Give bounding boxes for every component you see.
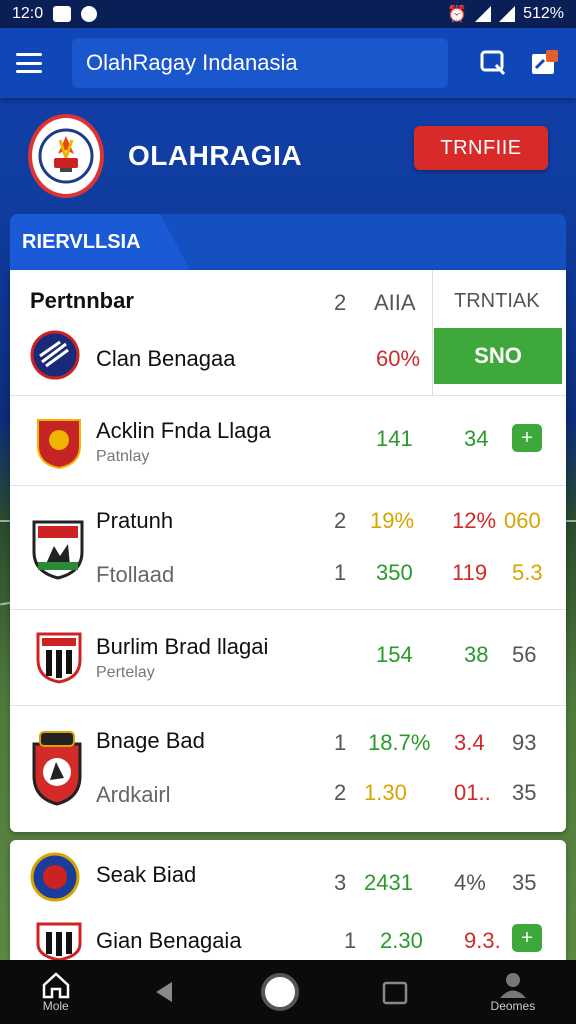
- team-name: Seak Biad: [96, 862, 197, 887]
- app-status-icon: [81, 6, 98, 22]
- bottom-navigation: Mole Deomes: [0, 960, 576, 1024]
- team-stat-a: 141: [376, 426, 413, 451]
- stat-cell: 3.4: [454, 730, 485, 755]
- standings-card-secondary: Seak Biad 3 2431 4% 35 Gian Benagaia 1 2…: [10, 840, 566, 960]
- team-name: Bnage Bad: [96, 728, 205, 753]
- team-crest-icon: [32, 520, 84, 580]
- team-subtitle: Ardkairl: [96, 782, 171, 807]
- menu-icon[interactable]: [16, 53, 42, 73]
- stat-cell: 5.3: [512, 560, 543, 585]
- header-col-a: 2: [334, 290, 347, 315]
- team-crest-icon: [32, 731, 82, 806]
- table-row[interactable]: Acklin Fnda Llaga Patnlay 141 34 +: [10, 396, 566, 486]
- team-name: Pratunh: [96, 508, 174, 533]
- stat-cell: 2: [334, 780, 347, 805]
- recents-button[interactable]: [381, 979, 409, 1005]
- stat-cell: 35: [512, 780, 537, 805]
- stat-cell: 1: [334, 730, 347, 755]
- add-icon[interactable]: +: [512, 924, 542, 952]
- search-field-text: OlahRagay Indanasia: [86, 50, 298, 75]
- team-crest-icon: [36, 632, 82, 684]
- stat-cell: 35: [512, 870, 537, 895]
- league-header: OLAHRAGIA TRNFIIE: [0, 98, 576, 213]
- standings-card: Pertnnbar 2 AIIA TRNTIAK Clan Benagaa 60…: [10, 270, 566, 832]
- team-name: Clan Benagaa: [96, 346, 236, 371]
- team-subtitle: Pertelay: [96, 664, 155, 681]
- status-time: 12:0: [12, 5, 44, 22]
- team-stat-c: 56: [512, 642, 537, 667]
- stat-cell: 350: [376, 560, 413, 585]
- stat-cell: 2.30: [380, 928, 423, 953]
- news-icon[interactable]: [530, 48, 560, 78]
- team-name: Gian Benagaia: [96, 928, 242, 953]
- alarm-icon: ⏰: [447, 6, 468, 23]
- cell-signal-icon: [499, 6, 516, 22]
- stat-cell: 1: [344, 928, 357, 953]
- stat-cell: 3: [334, 870, 347, 895]
- league-logo: [28, 113, 104, 198]
- team-stat-a: 60%: [376, 346, 421, 371]
- team-crest-icon: [36, 922, 82, 960]
- team-name: Burlim Brad llagai: [96, 634, 269, 659]
- stat-cell: 060: [504, 508, 541, 533]
- notification-icon: [53, 6, 72, 22]
- stat-cell: 1: [334, 560, 347, 585]
- brand-title: OLAHRAGIA: [128, 139, 303, 171]
- table-row[interactable]: Burlim Brad llagai Pertelay 154 38 56: [10, 610, 566, 706]
- stat-cell: 18.7%: [368, 730, 431, 755]
- wifi-signal-icon: [475, 6, 492, 22]
- stat-cell: 19%: [370, 508, 415, 533]
- recents-icon: [382, 981, 408, 1005]
- table-header-title: Pertnnbar: [30, 288, 134, 313]
- search-icon[interactable]: [478, 48, 508, 78]
- nav-home[interactable]: Mole: [41, 971, 71, 1013]
- tab-section-label: RIERVLLSIA: [22, 230, 141, 253]
- column-divider: [432, 270, 433, 396]
- stat-cell: 93: [512, 730, 537, 755]
- table-row[interactable]: Seak Biad 3 2431 4% 35: [10, 840, 566, 906]
- header-col-b: AIIA: [374, 290, 416, 315]
- stat-cell: 01..: [454, 780, 491, 805]
- table-row[interactable]: Gian Benagaia 1 2.30 9.3. +: [10, 906, 566, 960]
- team-crest-icon: [30, 852, 80, 902]
- nav-profile[interactable]: Deomes: [490, 971, 536, 1013]
- team-stat-b: 38: [464, 642, 489, 667]
- stat-cell: 9.3.: [464, 928, 501, 953]
- stat-cell: 4%: [454, 870, 486, 895]
- team-subtitle: Ftollaad: [96, 562, 175, 587]
- stat-cell: 119: [452, 560, 488, 585]
- add-icon[interactable]: +: [512, 424, 542, 452]
- search-field[interactable]: OlahRagay Indanasia: [72, 38, 448, 88]
- team-name: Acklin Fnda Llaga: [96, 418, 271, 443]
- home-button[interactable]: [260, 972, 300, 1012]
- stat-cell: 2: [334, 508, 347, 533]
- back-icon: [156, 982, 173, 1002]
- team-stat-b: 34: [464, 426, 489, 451]
- home-circle-icon: [260, 973, 299, 1011]
- table-row[interactable]: Pertnnbar 2 AIIA TRNTIAK Clan Benagaa 60…: [10, 270, 566, 396]
- team-crest-icon: [30, 330, 80, 380]
- trending-button[interactable]: TRNFIIE: [414, 126, 548, 170]
- app-bar: OlahRagay Indanasia: [0, 28, 576, 98]
- profile-icon: [499, 973, 526, 998]
- nav-home-label: Mole: [42, 999, 69, 1013]
- table-row[interactable]: Bnage Bad Ardkairl 1 18.7% 3.4 93 2 1.30…: [10, 706, 566, 832]
- stat-cell: 12%: [452, 508, 497, 533]
- status-bar: 12:0 ⏰ 512%: [0, 0, 576, 28]
- team-stat-a: 154: [376, 642, 413, 667]
- home-icon: [42, 972, 69, 999]
- action-button[interactable]: SNO: [434, 328, 562, 384]
- header-col-c: TRNTIAK: [454, 290, 540, 312]
- stat-cell: 1.30: [364, 780, 407, 805]
- table-row[interactable]: Pratunh Ftollaad 2 19% 12% 060 1 350 119…: [10, 486, 566, 610]
- nav-profile-label: Deomes: [490, 999, 536, 1013]
- battery-percent: 512%: [523, 5, 564, 22]
- team-crest-icon: [37, 419, 81, 470]
- team-subtitle: Patnlay: [96, 448, 150, 465]
- tab-section[interactable]: RIERVLLSIA: [10, 214, 190, 270]
- section-bar: RIERVLLSIA: [10, 214, 566, 270]
- stat-cell: 2431: [364, 870, 413, 895]
- back-button[interactable]: [152, 979, 178, 1005]
